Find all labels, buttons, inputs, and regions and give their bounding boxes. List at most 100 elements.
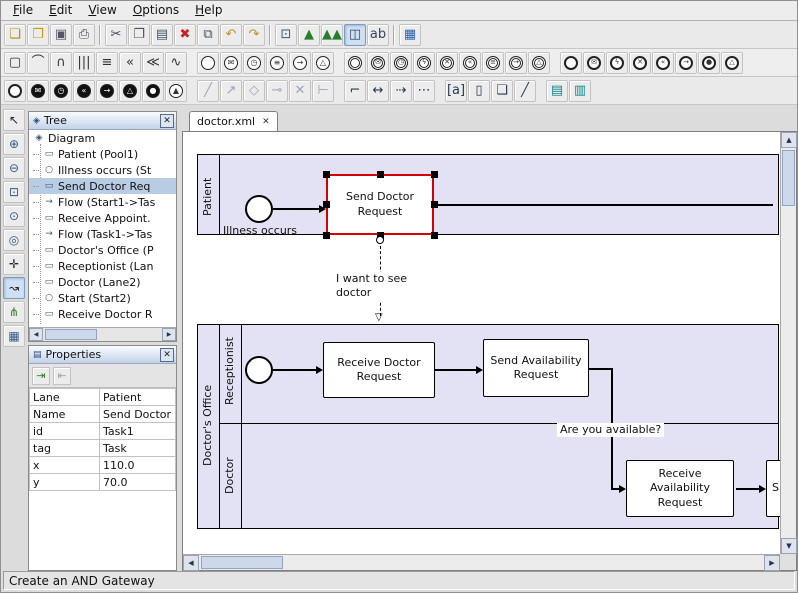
line-tool[interactable]: ╱	[514, 80, 536, 102]
end-event-tool[interactable]	[560, 52, 582, 74]
start-event-tool[interactable]	[197, 52, 219, 74]
layout-forest-button[interactable]: ▲▲	[321, 24, 343, 46]
start-link-tool[interactable]: →	[289, 52, 311, 74]
grid-snap-tool[interactable]: ▦	[3, 325, 25, 347]
tree-item[interactable]: ▭ Receive Appoint.	[29, 210, 176, 226]
loop-tool[interactable]: ∩	[50, 52, 72, 74]
find-tool[interactable]: ◎	[3, 229, 25, 251]
start-rule-tool[interactable]: ≡	[266, 52, 288, 74]
intermediate-rule-tool[interactable]: ≡	[482, 52, 504, 74]
copy-button[interactable]: ❐	[128, 24, 150, 46]
revert-property-button[interactable]: ⇤	[53, 367, 71, 385]
throw-timer-tool[interactable]: ◷	[50, 80, 72, 102]
sequence-flow[interactable]	[611, 488, 619, 490]
close-icon[interactable]: ✕	[262, 117, 270, 127]
scroll-right-icon[interactable]: ▶	[162, 328, 176, 341]
sequence-flow[interactable]	[435, 369, 476, 371]
throw-signal-tool[interactable]: △	[119, 80, 141, 102]
property-value[interactable]: Patient	[100, 389, 176, 406]
message-flow-tool[interactable]: ⇢	[390, 80, 412, 102]
scroll-up-icon[interactable]: ▲	[781, 132, 797, 148]
selection-handle[interactable]	[323, 232, 330, 239]
edge-arrow-tool[interactable]: ↗	[220, 80, 242, 102]
start-event-receptionist[interactable]	[245, 356, 273, 384]
canvas-vertical-scrollbar[interactable]: ▲ ▼	[780, 132, 796, 554]
scrollbar-thumb[interactable]	[782, 150, 795, 206]
scroll-left-icon[interactable]: ◀	[183, 555, 199, 571]
pan-tool[interactable]: ✛	[3, 253, 25, 275]
selection-handle[interactable]	[377, 171, 384, 178]
new-file-button[interactable]: ❏	[4, 24, 26, 46]
dotted-edge-tool[interactable]: ⋯	[413, 80, 435, 102]
adhoc-marker-tool[interactable]: ∿	[165, 52, 187, 74]
start-multiple-tool[interactable]: △	[312, 52, 334, 74]
edge-cross-tool[interactable]: ✕	[289, 80, 311, 102]
end-multiple-tool[interactable]: △	[721, 52, 743, 74]
end-link-tool[interactable]: →	[675, 52, 697, 74]
diagram-canvas[interactable]: Patient Illness occurs Send Doctor Reque…	[183, 132, 780, 554]
scrollbar-thumb[interactable]	[45, 329, 97, 340]
zoom-reset-tool[interactable]: ⊙	[3, 205, 25, 227]
label-edit-button[interactable]: ab	[367, 24, 389, 46]
property-value[interactable]: Task	[100, 440, 176, 457]
property-value[interactable]: 70.0	[100, 474, 176, 491]
zoom-out-tool[interactable]: ⊖	[3, 157, 25, 179]
menu-help[interactable]: Help	[187, 1, 230, 20]
scroll-right-icon[interactable]: ▶	[764, 555, 780, 571]
close-icon[interactable]: ✕	[160, 348, 174, 362]
intermediate-timer-tool[interactable]: ◷	[390, 52, 412, 74]
tree-item[interactable]: ▭ Receptionist (Lan	[29, 258, 176, 274]
scrollbar-thumb[interactable]	[201, 556, 283, 569]
connect-tool[interactable]: ↝	[3, 277, 25, 299]
tree-item[interactable]: ▭ Patient (Pool1)	[29, 146, 176, 162]
layout-auto-button[interactable]: ◫	[344, 24, 366, 46]
pool-patient[interactable]	[197, 154, 779, 235]
task-tool[interactable]: ▢	[4, 52, 26, 74]
end-cancel-tool[interactable]: ✕	[629, 52, 651, 74]
tree-item[interactable]: ▭ Doctor (Lane2)	[29, 274, 176, 290]
intermediate-cancel-tool[interactable]: ✕	[436, 52, 458, 74]
task-send-doctor-request[interactable]: Send Doctor Request	[326, 174, 434, 235]
cut-button[interactable]: ✂	[105, 24, 127, 46]
parallel-marker-tool[interactable]: |||	[73, 52, 95, 74]
canvas-horizontal-scrollbar[interactable]: ◀ ▶	[183, 554, 780, 570]
task-receive-availability-request[interactable]: Receive Availability Request	[626, 460, 734, 517]
selection-handle[interactable]	[323, 171, 330, 178]
intermediate-event-tool[interactable]	[344, 52, 366, 74]
zoom-area-tool[interactable]: ⊡	[3, 181, 25, 203]
select-tool[interactable]: ↖	[3, 109, 25, 131]
throw-message-tool[interactable]: ✉	[27, 80, 49, 102]
start-message-tool[interactable]: ✉	[220, 52, 242, 74]
menu-edit[interactable]: Edit	[41, 1, 80, 20]
tree-item[interactable]: ◈ Diagram	[29, 130, 176, 146]
delete-button[interactable]: ✖	[174, 24, 196, 46]
property-value[interactable]: Task1	[100, 423, 176, 440]
task-receive-doctor-request[interactable]: Receive Doctor Request	[323, 342, 435, 398]
end-message-tool[interactable]: ✉	[583, 52, 605, 74]
split-horizontal-tool[interactable]: ▤	[546, 80, 568, 102]
throw-event-tool[interactable]	[4, 80, 26, 102]
signal-start-tool[interactable]: ▲	[165, 80, 187, 102]
edge-diamond-tool[interactable]: ◇	[243, 80, 265, 102]
tree-item[interactable]: → Flow (Start1->Tas	[29, 194, 176, 210]
association-edge-tool[interactable]: ↔	[367, 80, 389, 102]
close-icon[interactable]: ✕	[160, 114, 174, 128]
menu-view[interactable]: View	[80, 1, 124, 20]
hierarchy-tool[interactable]: ⋔	[3, 301, 25, 323]
pool-arc-tool[interactable]: ⌒	[27, 52, 49, 74]
tree-item[interactable]: → Flow (Task1->Tas	[29, 226, 176, 242]
edge-plain-tool[interactable]: ╱	[197, 80, 219, 102]
selection-handle[interactable]	[431, 232, 438, 239]
end-terminate-tool[interactable]: ●	[698, 52, 720, 74]
tree-item[interactable]: ○ Illness occurs (St	[29, 162, 176, 178]
note-tool[interactable]: ▯	[468, 80, 490, 102]
scroll-left-icon[interactable]: ◀	[29, 328, 43, 341]
open-file-button[interactable]: ❒	[27, 24, 49, 46]
intermediate-compensation-tool[interactable]: «	[459, 52, 481, 74]
sequence-flow[interactable]	[273, 369, 316, 371]
edge-bar-tool[interactable]: ⊢	[312, 80, 334, 102]
selection-handle[interactable]	[431, 201, 438, 208]
print-button[interactable]: ⎙	[73, 24, 95, 46]
start-event-illness[interactable]	[245, 195, 273, 223]
table-view-button[interactable]: ▦	[399, 24, 421, 46]
